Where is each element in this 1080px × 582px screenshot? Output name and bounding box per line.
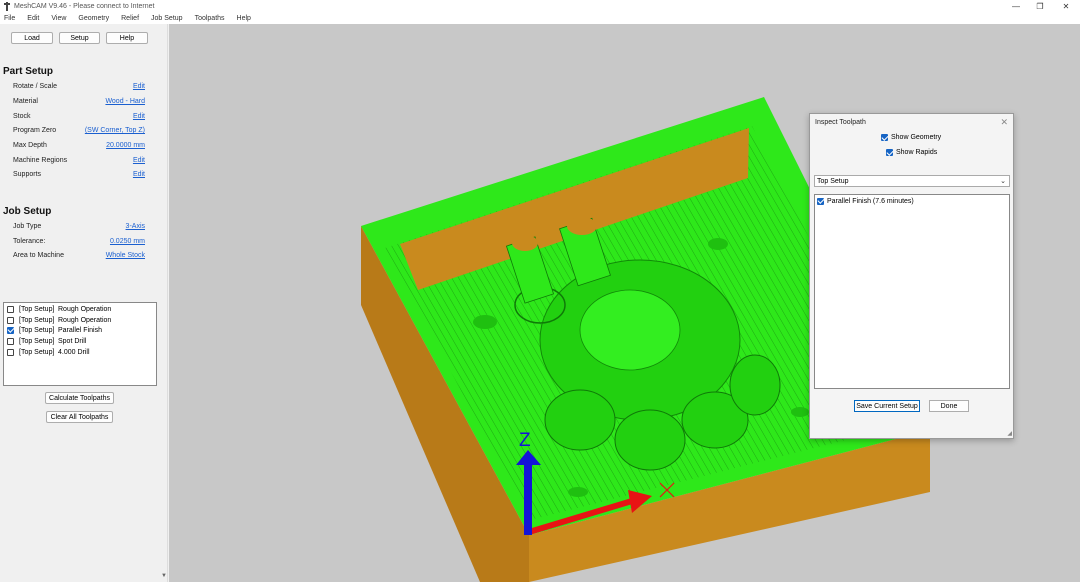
dialog-title: Inspect Toolpath xyxy=(815,119,866,126)
supports-label: Supports xyxy=(13,171,42,178)
inspect-toolpath-dialog: Inspect Toolpath ✕ Show Geometry Show Ra… xyxy=(809,113,1014,439)
operations-list[interactable]: [Top Setup] Rough Operation [Top Setup] … xyxy=(3,302,157,386)
minimize-button[interactable]: — xyxy=(1004,0,1028,13)
machine-regions-link[interactable]: Edit xyxy=(133,157,145,164)
material-link[interactable]: Wood - Hard xyxy=(105,98,145,105)
dialog-close-icon[interactable]: ✕ xyxy=(1000,117,1008,128)
menu-view[interactable]: View xyxy=(51,15,66,22)
operation-setup: [Top Setup] xyxy=(19,305,55,313)
menu-bar: File Edit View Geometry Relief Job Setup… xyxy=(0,13,1080,24)
toolpath-item[interactable]: Parallel Finish (7.6 minutes) xyxy=(817,196,914,206)
operation-checkbox[interactable] xyxy=(7,337,14,345)
operation-row[interactable]: [Top Setup] 4.000 Drill xyxy=(7,347,90,357)
operation-setup: [Top Setup] xyxy=(19,316,55,324)
setup-select-value: Top Setup xyxy=(817,177,849,185)
clear-all-toolpaths-button[interactable]: Clear All Toolpaths xyxy=(46,411,113,423)
job-setup-heading: Job Setup xyxy=(3,206,52,217)
rotate-scale-link[interactable]: Edit xyxy=(133,83,145,90)
material-label: Material xyxy=(13,98,38,105)
tolerance-label: Tolerance: xyxy=(13,238,46,245)
load-button[interactable]: Load xyxy=(11,32,53,44)
save-current-setup-button[interactable]: Save Current Setup xyxy=(854,400,920,412)
menu-geometry[interactable]: Geometry xyxy=(78,15,109,22)
show-geometry-option[interactable]: Show Geometry xyxy=(881,134,941,141)
operation-row[interactable]: [Top Setup] Rough Operation xyxy=(7,304,111,314)
menu-file[interactable]: File xyxy=(4,15,15,22)
toolpath-item-label: Parallel Finish (7.6 minutes) xyxy=(827,197,914,205)
machine-regions-label: Machine Regions xyxy=(13,157,68,164)
operation-checkbox[interactable] xyxy=(7,348,14,356)
operation-row[interactable]: [Top Setup] Spot Drill xyxy=(7,336,86,346)
supports-link[interactable]: Edit xyxy=(133,171,145,178)
operation-name: Rough Operation xyxy=(58,305,112,313)
operation-checkbox[interactable] xyxy=(7,305,14,313)
toolpath-checkbox[interactable] xyxy=(817,197,824,205)
window-title: MeshCAM V9.46 - Please connect to Intern… xyxy=(14,3,155,10)
operation-row[interactable]: [Top Setup] Rough Operation xyxy=(7,315,111,325)
stock-link[interactable]: Edit xyxy=(133,113,145,120)
operation-name: Spot Drill xyxy=(58,337,87,345)
calculate-toolpaths-button[interactable]: Calculate Toolpaths xyxy=(45,392,114,404)
close-button[interactable]: ✕ xyxy=(1054,0,1078,13)
setup-button[interactable]: Setup xyxy=(59,32,100,44)
operation-checkbox[interactable] xyxy=(7,316,14,324)
operation-setup: [Top Setup] xyxy=(19,348,55,356)
area-to-machine-link[interactable]: Whole Stock xyxy=(106,252,145,259)
max-depth-label: Max Depth xyxy=(13,142,47,149)
maximize-button[interactable]: ❐ xyxy=(1028,0,1052,13)
left-panel: Load Setup Help Part Setup Rotate / Scal… xyxy=(0,24,168,582)
done-button[interactable]: Done xyxy=(929,400,969,412)
operation-setup: [Top Setup] xyxy=(19,337,55,345)
resize-grip-icon[interactable]: ◢ xyxy=(1007,430,1012,437)
app-icon xyxy=(4,2,10,11)
chevron-down-icon[interactable]: ⌄ xyxy=(1000,177,1006,185)
menu-job-setup[interactable]: Job Setup xyxy=(151,15,183,22)
setup-select[interactable]: Top Setup ⌄ xyxy=(814,175,1010,187)
tolerance-link[interactable]: 0.0250 mm xyxy=(110,238,145,245)
operation-name: 4.000 Drill xyxy=(58,348,90,356)
operation-setup: [Top Setup] xyxy=(19,326,55,334)
menu-toolpaths[interactable]: Toolpaths xyxy=(195,15,225,22)
scroll-down-arrow-icon[interactable]: ▼ xyxy=(161,573,167,579)
program-zero-label: Program Zero xyxy=(13,127,57,134)
job-type-link[interactable]: 3-Axis xyxy=(126,223,145,230)
menu-relief[interactable]: Relief xyxy=(121,15,139,22)
show-rapids-option[interactable]: Show Rapids xyxy=(886,149,937,156)
title-bar: MeshCAM V9.46 - Please connect to Intern… xyxy=(0,0,1080,13)
menu-edit[interactable]: Edit xyxy=(27,15,39,22)
job-type-label: Job Type xyxy=(13,223,42,230)
z-axis-label: Z xyxy=(519,430,531,451)
part-setup-heading: Part Setup xyxy=(3,66,54,77)
area-to-machine-label: Area to Machine xyxy=(13,252,64,259)
show-rapids-label: Show Rapids xyxy=(896,149,938,156)
show-rapids-checkbox[interactable] xyxy=(886,149,893,156)
toolpath-list[interactable]: Parallel Finish (7.6 minutes) xyxy=(814,194,1010,389)
rotate-scale-label: Rotate / Scale xyxy=(13,83,57,90)
operation-row[interactable]: [Top Setup] Parallel Finish xyxy=(7,325,102,335)
stock-label: Stock xyxy=(13,113,31,120)
show-geometry-checkbox[interactable] xyxy=(881,134,888,141)
operation-checkbox[interactable] xyxy=(7,326,14,334)
menu-help[interactable]: Help xyxy=(237,15,251,22)
help-button[interactable]: Help xyxy=(106,32,148,44)
max-depth-link[interactable]: 20.0000 mm xyxy=(106,142,145,149)
operation-name: Parallel Finish xyxy=(58,326,102,334)
show-geometry-label: Show Geometry xyxy=(891,134,942,141)
operation-name: Rough Operation xyxy=(58,316,112,324)
program-zero-link[interactable]: (SW Corner, Top Z) xyxy=(85,127,145,134)
